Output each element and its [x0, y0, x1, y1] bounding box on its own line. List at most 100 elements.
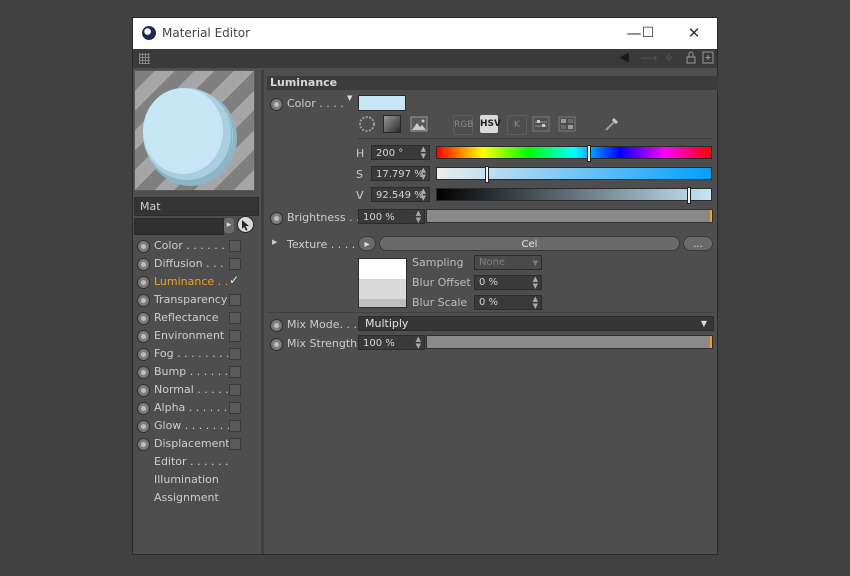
channel-radio[interactable]	[137, 438, 150, 451]
channel-radio[interactable]	[137, 330, 150, 343]
channel-label: Normal . . . . .	[154, 383, 229, 396]
color-divider	[358, 138, 712, 139]
mix-strength-slider[interactable]	[426, 335, 713, 349]
hue-slider[interactable]	[436, 145, 712, 162]
channel-checkbox[interactable]: ✓	[229, 274, 239, 286]
v-stepper-icon[interactable]: ▲ ▼	[421, 188, 426, 202]
s-stepper-icon[interactable]: ▲ ▼	[421, 167, 426, 181]
v-value-field[interactable]: 92.549 % ▲ ▼	[371, 187, 430, 202]
extra-label: Illumination	[154, 473, 219, 486]
brightness-stepper-icon[interactable]: ▲ ▼	[416, 210, 421, 224]
cursor-pick-icon[interactable]	[237, 216, 254, 233]
channel-radio[interactable]	[137, 402, 150, 415]
extra-item-editor[interactable]: Editor . . . . . .	[137, 453, 257, 471]
layer-field[interactable]	[134, 218, 224, 235]
panel-divider[interactable]	[261, 70, 264, 554]
color-expand-arrow[interactable]: ▼	[347, 94, 352, 102]
channel-checkbox[interactable]	[229, 384, 241, 396]
channel-checkbox[interactable]	[229, 366, 241, 378]
channel-item-displacement[interactable]: Displacement	[137, 435, 257, 453]
grip-icon[interactable]	[139, 53, 150, 64]
channel-radio[interactable]	[137, 384, 150, 397]
brightness-value-field[interactable]: 100 % ▲ ▼	[358, 209, 425, 224]
eyedropper-icon[interactable]	[603, 115, 621, 133]
extra-label: Assignment	[154, 491, 219, 504]
brightness-slider[interactable]	[426, 209, 713, 223]
value-slider-knob[interactable]	[687, 187, 691, 204]
channel-checkbox[interactable]	[229, 330, 241, 342]
channel-checkbox[interactable]	[229, 438, 241, 450]
s-value-field[interactable]: 17.797 % ▲ ▼	[371, 166, 430, 181]
channel-radio[interactable]	[137, 420, 150, 433]
rgb-mode-icon[interactable]: RGB	[453, 115, 473, 135]
saturation-slider[interactable]	[436, 166, 712, 183]
channel-checkbox[interactable]	[229, 402, 241, 414]
back-arrow-icon[interactable]: ◀	[617, 51, 631, 65]
animate-radio[interactable]	[270, 338, 283, 351]
maximize-button[interactable]: ☐	[633, 21, 663, 45]
channel-item-glow[interactable]: Glow . . . . . . .	[137, 417, 257, 435]
lock-icon[interactable]	[684, 51, 698, 65]
texture-more-button[interactable]: ...	[683, 236, 713, 251]
material-name-field[interactable]: Mat	[134, 197, 259, 216]
color-wheel-icon[interactable]	[358, 115, 376, 133]
channel-item-normal[interactable]: Normal . . . . .	[137, 381, 257, 399]
texture-expand-arrow[interactable]: ▶	[272, 238, 277, 246]
channel-item-reflectance[interactable]: Reflectance	[137, 309, 257, 327]
channel-checkbox[interactable]	[229, 258, 241, 270]
color-swatch[interactable]	[358, 95, 406, 111]
channel-radio[interactable]	[137, 366, 150, 379]
saturation-slider-knob[interactable]	[485, 166, 489, 183]
channel-checkbox[interactable]	[229, 294, 241, 306]
hsv-mode-icon[interactable]: HSV	[480, 115, 501, 133]
animate-radio[interactable]	[270, 98, 283, 111]
channel-radio[interactable]	[137, 240, 150, 253]
material-preview[interactable]	[134, 70, 255, 191]
extra-item-illumination[interactable]: Illumination	[137, 471, 257, 489]
channel-checkbox[interactable]	[229, 348, 241, 360]
blur-scale-stepper-icon[interactable]: ▲ ▼	[533, 296, 538, 310]
channel-item-bump[interactable]: Bump . . . . . .	[137, 363, 257, 381]
hue-slider-knob[interactable]	[587, 145, 591, 162]
layer-menu-arrow[interactable]: ▸	[224, 218, 234, 233]
mix-strength-stepper-icon[interactable]: ▲ ▼	[416, 336, 421, 350]
new-panel-icon[interactable]	[701, 51, 715, 65]
texture-shader-button[interactable]: Cel	[379, 236, 680, 251]
spectrum-icon[interactable]	[383, 115, 401, 133]
sampling-dropdown[interactable]: None ▼	[474, 255, 542, 270]
channel-checkbox[interactable]	[229, 420, 241, 432]
channel-radio[interactable]	[137, 294, 150, 307]
mix-strength-value-field[interactable]: 100 % ▲ ▼	[358, 335, 425, 350]
h-stepper-icon[interactable]: ▲ ▼	[421, 146, 426, 160]
blur-offset-field[interactable]: 0 % ▲ ▼	[474, 275, 542, 290]
blur-scale-field[interactable]: 0 % ▲ ▼	[474, 295, 542, 310]
channel-item-diffusion[interactable]: Diffusion . . .	[137, 255, 257, 273]
channel-checkbox[interactable]	[229, 312, 241, 324]
texture-menu-button[interactable]: ▸	[358, 236, 376, 251]
animate-radio[interactable]	[270, 212, 283, 225]
h-value-field[interactable]: 200 ° ▲ ▼	[371, 145, 430, 160]
channel-item-transparency[interactable]: Transparency	[137, 291, 257, 309]
blur-offset-stepper-icon[interactable]: ▲ ▼	[533, 276, 538, 290]
channel-item-alpha[interactable]: Alpha . . . . . .	[137, 399, 257, 417]
swatches-icon[interactable]	[558, 115, 576, 133]
close-button[interactable]: ✕	[679, 21, 709, 45]
value-slider[interactable]	[436, 187, 712, 204]
channel-item-fog[interactable]: Fog . . . . . . . .	[137, 345, 257, 363]
channel-item-environment[interactable]: Environment	[137, 327, 257, 345]
extra-item-assignment[interactable]: Assignment	[137, 489, 257, 507]
channel-checkbox[interactable]	[229, 240, 241, 252]
mixer-icon[interactable]	[532, 115, 550, 133]
channel-item-luminance[interactable]: Luminance . . ✓	[137, 273, 257, 291]
forward-arrow-icon[interactable]: ⟶	[638, 51, 660, 65]
channel-radio[interactable]	[137, 348, 150, 361]
animate-radio[interactable]	[270, 319, 283, 332]
channel-radio[interactable]	[137, 276, 150, 289]
mix-mode-dropdown[interactable]: Multiply ▼	[358, 316, 714, 331]
image-picker-icon[interactable]	[410, 115, 428, 133]
pin-icon[interactable]: ✧	[662, 51, 676, 65]
channel-radio[interactable]	[137, 258, 150, 271]
channel-item-color[interactable]: Color . . . . . .	[137, 237, 257, 255]
kelvin-mode-icon[interactable]: K	[507, 115, 527, 135]
channel-radio[interactable]	[137, 312, 150, 325]
